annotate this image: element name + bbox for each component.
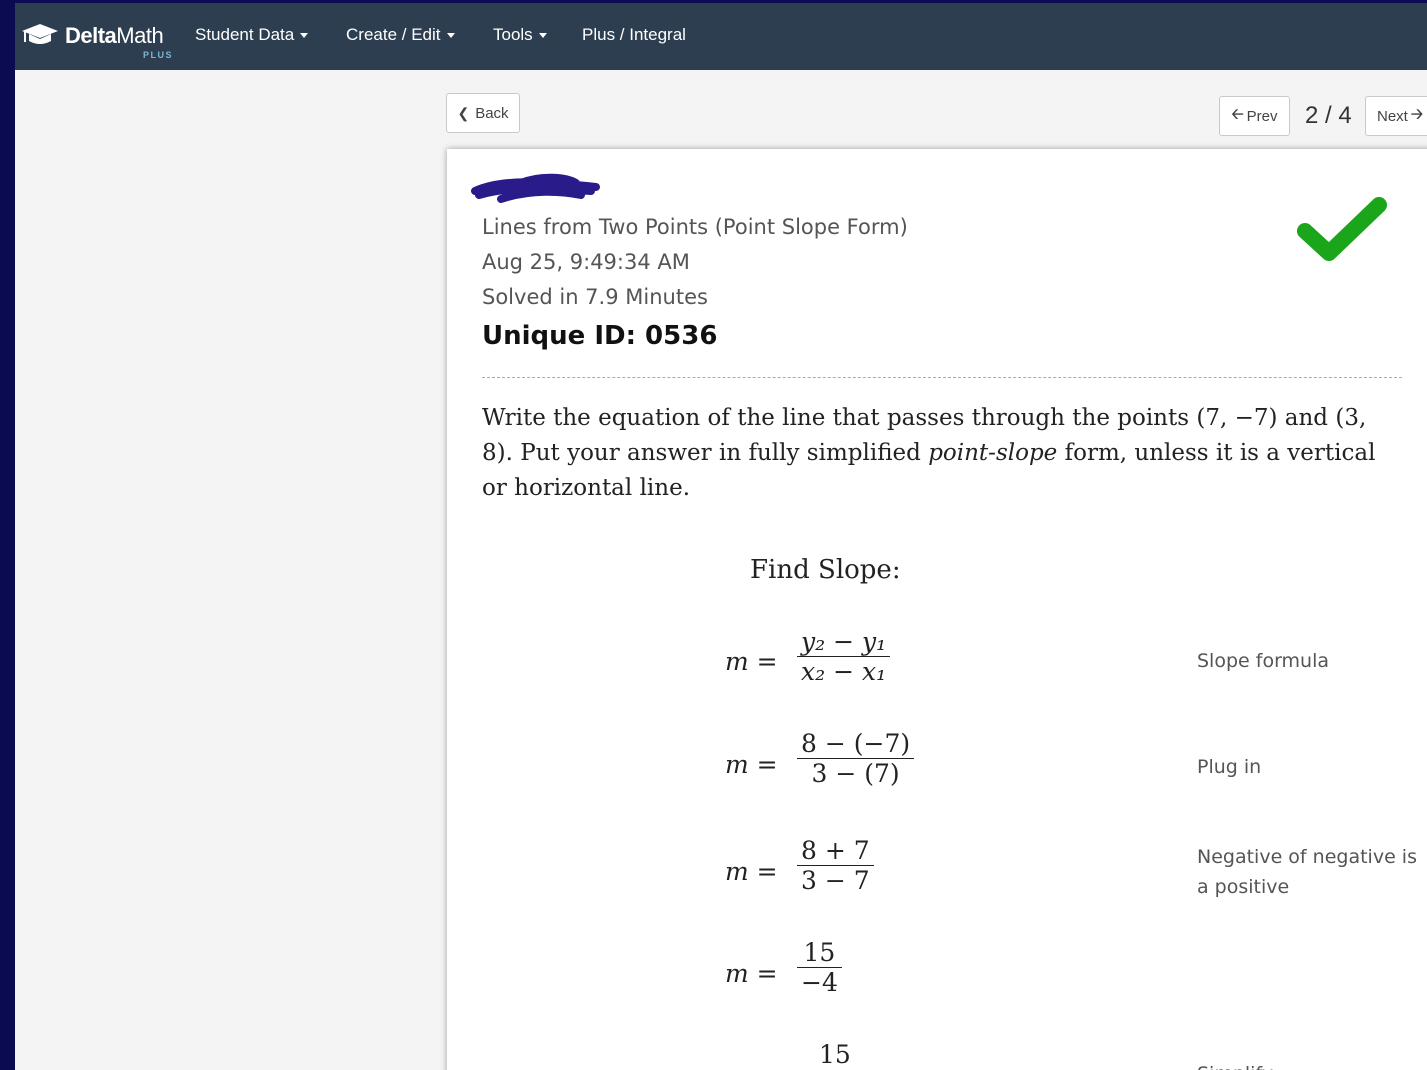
arrow-left-icon: 🡠 — [1231, 105, 1244, 123]
equation-step: m = 8 − (−7) 3 − (7) — [725, 729, 1025, 799]
nav-create-edit[interactable]: Create / Edit — [346, 25, 455, 45]
step-explanation: Plug in — [1197, 756, 1262, 778]
nav-tools[interactable]: Tools — [493, 25, 547, 45]
fraction: 8 + 7 3 − 7 — [797, 836, 874, 895]
checkmark-icon — [1297, 197, 1387, 261]
question-text: Write the equation of the line that pass… — [482, 405, 1376, 501]
nav-student-data[interactable]: Student Data — [195, 25, 309, 45]
chevron-left-icon: ❮ — [457, 104, 470, 121]
arrow-right-icon: 🡢 — [1410, 105, 1423, 123]
brand-name: DeltaMath — [65, 23, 164, 48]
unique-id: Unique ID: 0536 — [482, 321, 718, 351]
back-button[interactable]: ❮ Back — [446, 93, 520, 133]
step-explanation: Simplify — [1197, 1059, 1417, 1070]
brand-plus-label: PLUS — [143, 50, 174, 60]
step-explanation: Negative of negative is a positive — [1197, 846, 1417, 898]
assignment-title: Lines from Two Points (Point Slope Form) — [482, 215, 908, 239]
chevron-down-icon — [446, 33, 455, 39]
redaction-scribble — [471, 173, 600, 203]
find-slope-heading: Find Slope: — [750, 555, 901, 585]
next-button[interactable]: Next 🡢 — [1365, 96, 1427, 136]
fraction: 15 — [819, 1040, 851, 1069]
chevron-down-icon — [538, 33, 547, 39]
fraction: 15 −4 — [797, 938, 842, 997]
fraction: y₂ − y₁ x₂ − x₁ — [797, 627, 891, 686]
app-screen: DeltaMath PLUS Student Data Create / Edi… — [15, 3, 1427, 1070]
prev-button[interactable]: 🡠 Prev — [1219, 96, 1290, 136]
problem-card: Lines from Two Points (Point Slope Form)… — [447, 149, 1427, 1070]
timestamp: Aug 25, 9:49:34 AM — [482, 250, 690, 274]
fraction: 8 − (−7) 3 − (7) — [797, 729, 915, 788]
section-divider — [482, 377, 1402, 378]
graduation-cap-icon — [22, 24, 58, 44]
top-navbar: DeltaMath PLUS Student Data Create / Edi… — [15, 3, 1427, 70]
chevron-down-icon — [300, 33, 309, 39]
nav-plus-integral[interactable]: Plus / Integral — [582, 25, 686, 45]
equation-step: 15 — [725, 1040, 1025, 1070]
page-counter: 2 / 4 — [1305, 102, 1352, 129]
solved-time: Solved in 7.9 Minutes — [482, 285, 708, 309]
equation-step: m = 15 −4 — [725, 938, 1025, 1008]
step-explanation: Slope formula — [1197, 650, 1330, 672]
equation-step: m = y₂ − y₁ x₂ − x₁ — [725, 627, 1025, 697]
equation-step: m = 8 + 7 3 − 7 — [725, 836, 1025, 906]
